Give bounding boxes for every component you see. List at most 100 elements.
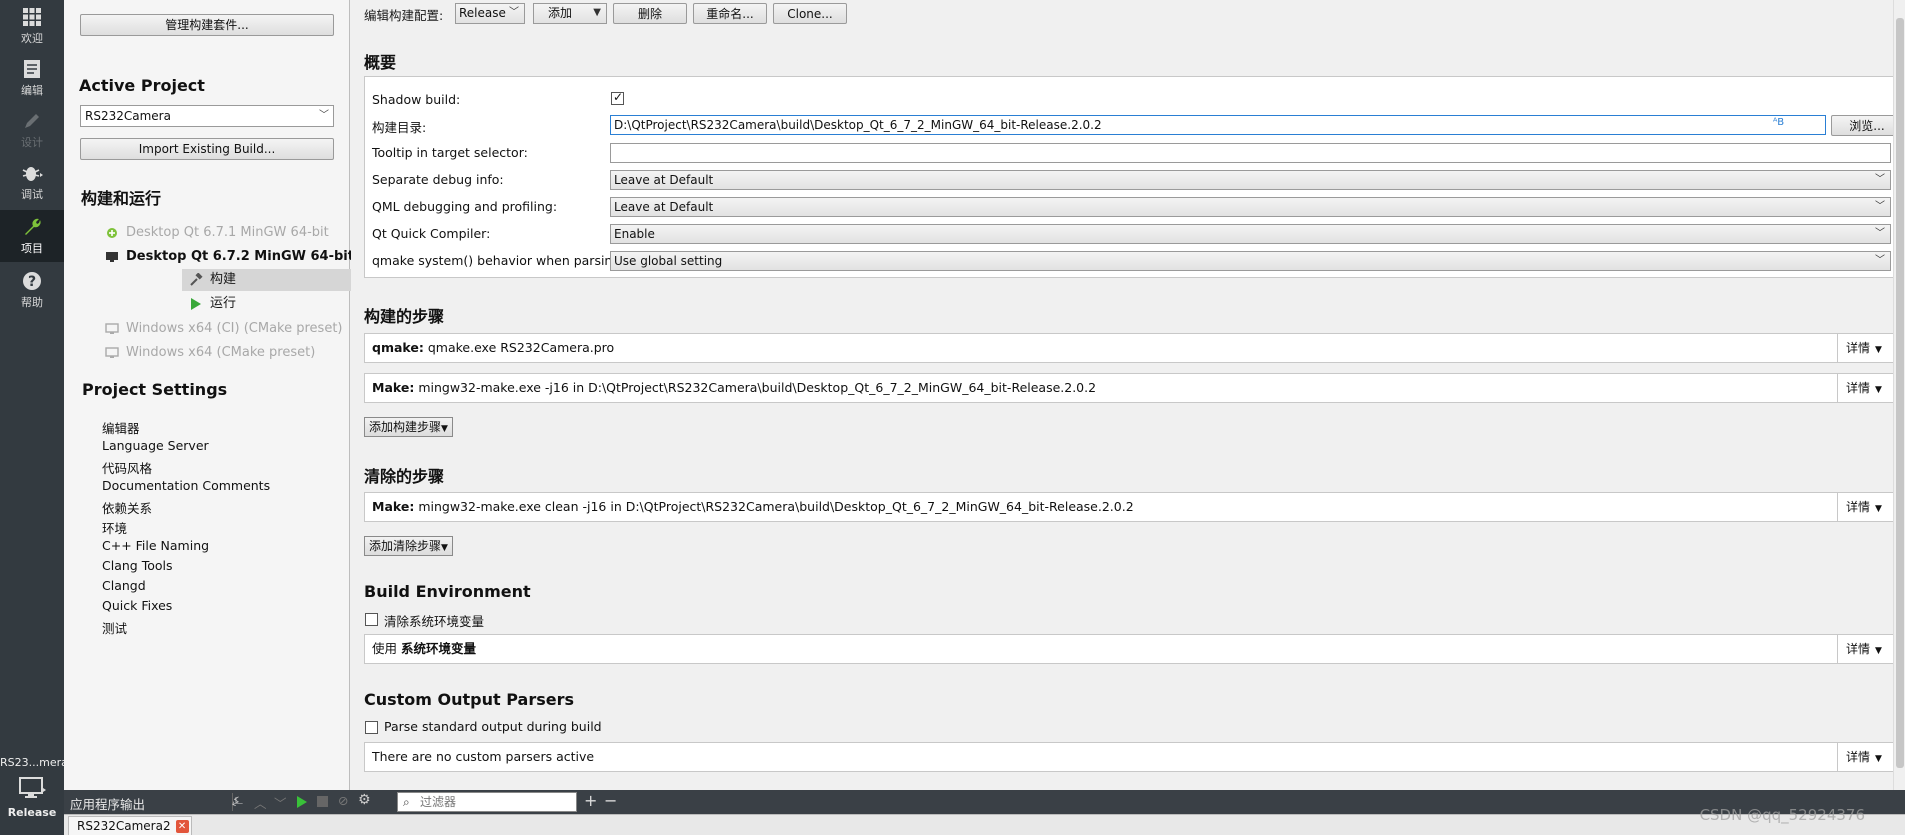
mode-design[interactable]: 设计 [0, 104, 64, 156]
kit-item-qt672[interactable]: Desktop Qt 6.7.2 MinGW 64-bit [104, 246, 354, 268]
gear-icon[interactable]: ⚙ [358, 792, 371, 808]
add-config-button[interactable]: 添加 ▼ [533, 3, 607, 24]
add-clean-step-button[interactable]: 添加清除步骤▼ [364, 536, 453, 556]
active-project-value: RS232Camera [85, 109, 171, 123]
kit-label: Windows x64 (CMake preset) [126, 345, 316, 360]
overview-title: 概要 [364, 53, 397, 72]
chevron-down-icon: ﹀ [1875, 228, 1885, 239]
details-button[interactable]: 详情 [1837, 374, 1893, 402]
pencil-icon [22, 111, 42, 131]
edit-config-label: 编辑构建配置: [364, 8, 444, 23]
monitor-icon [18, 776, 46, 804]
build-settings-page: 编辑构建配置: Release ﹀ 添加 ▼ 删除 重命名... Clone..… [351, 0, 1905, 790]
details-button[interactable]: 详情 [1837, 743, 1893, 771]
kit-label: Desktop Qt 6.7.2 MinGW 64-bit [126, 249, 354, 264]
attach-icon[interactable]: ⍼ [232, 793, 243, 809]
mode-label: 设计 [21, 135, 43, 149]
clear-icon[interactable]: ⊘ [338, 793, 348, 808]
tooltip-input[interactable] [610, 143, 1891, 163]
mode-help[interactable]: ? 帮助 [0, 264, 64, 316]
details-button[interactable]: 详情 [1837, 635, 1893, 663]
project-settings-item[interactable]: 环境 [102, 518, 127, 537]
project-settings-item[interactable]: C++ File Naming [102, 538, 209, 553]
kit-selector[interactable]: Release [0, 776, 64, 828]
parse-stdout-checkbox[interactable] [365, 721, 378, 734]
add-build-step-label: 添加构建步骤 [369, 420, 442, 434]
project-settings-item[interactable]: Documentation Comments [102, 478, 270, 493]
details-button[interactable]: 详情 [1837, 334, 1893, 362]
project-settings-item[interactable]: 代码风格 [102, 458, 152, 477]
monitor-icon [104, 323, 120, 335]
mode-projects[interactable]: 项目 [0, 210, 64, 262]
mode-welcome[interactable]: 欢迎 [0, 0, 64, 52]
import-existing-build-button[interactable]: Import Existing Build... [80, 138, 334, 160]
prev-icon[interactable]: ︿ [254, 793, 267, 812]
kit-item-windows[interactable]: Windows x64 (CMake preset) [104, 342, 315, 364]
rename-config-button[interactable]: 重命名... [693, 3, 767, 24]
menu-arrow-icon: ▼ [441, 424, 448, 434]
output-tab-bar: RS232Camera2 ✕ [64, 814, 1905, 835]
minus-icon[interactable]: − [604, 791, 617, 810]
clone-config-button[interactable]: Clone... [773, 3, 847, 24]
chevron-down-icon: ﹀ [1875, 255, 1885, 266]
separate-debug-combo[interactable]: Leave at Default ﹀ [610, 170, 1891, 190]
delete-config-button[interactable]: 删除 [613, 3, 687, 24]
next-icon[interactable]: ﹀ [274, 793, 287, 812]
variables-icon[interactable]: ᴬB [1773, 117, 1784, 128]
system-env-row: 使用 系统环境变量 详情 [364, 634, 1894, 664]
build-config-value: Release [459, 6, 506, 20]
close-icon[interactable]: ✕ [175, 820, 189, 833]
output-tab-label: RS232Camera2 [77, 819, 171, 833]
step-name: Make: [372, 380, 415, 395]
active-project-combo[interactable]: RS232Camera ﹀ [80, 105, 334, 127]
kit-label: Windows x64 (CI) (CMake preset) [126, 321, 343, 336]
details-button[interactable]: 详情 [1837, 493, 1893, 521]
mode-bar: 欢迎 编辑 设计 调试 项目 ? 帮助 RS23...mera Release [0, 0, 64, 835]
clear-system-env-label: 清除系统环境变量 [384, 614, 485, 629]
kit-build-label: 构建 [210, 272, 237, 287]
project-settings-item[interactable]: Clang Tools [102, 558, 172, 573]
qmake-system-combo[interactable]: Use global setting ﹀ [610, 251, 1891, 271]
qmake-system-value: Use global setting [614, 254, 723, 268]
filter-input[interactable]: ⌕ 过滤器 [397, 792, 577, 812]
project-settings-heading: Project Settings [82, 380, 228, 399]
scrollbar-thumb[interactable] [1896, 18, 1904, 768]
main-scrollbar[interactable] [1893, 0, 1905, 790]
run-icon [188, 297, 204, 311]
kit-item-windows-ci[interactable]: Windows x64 (CI) (CMake preset) [104, 318, 343, 340]
build-and-run-heading: 构建和运行 [81, 189, 162, 208]
rerun-icon[interactable] [296, 795, 308, 812]
qml-debug-value: Leave at Default [614, 200, 714, 214]
build-step-qmake[interactable]: qmake: qmake.exe RS232Camera.pro 详情 [364, 333, 1894, 363]
output-pane-toolbar: 应用程序输出 ⍼ ︿ ﹀ ⊘ ⚙ ⌕ 过滤器 + − [64, 790, 1905, 814]
build-dir-input[interactable]: D:\QtProject\RS232Camera\build\Desktop_Q… [610, 115, 1826, 135]
step-command: mingw32-make.exe clean -j16 in D:\QtProj… [418, 499, 1134, 514]
parse-stdout-label: Parse standard output during build [384, 719, 602, 734]
add-icon[interactable]: + [584, 791, 597, 810]
project-settings-item[interactable]: Clangd [102, 578, 146, 593]
qt-quick-compiler-combo[interactable]: Enable ﹀ [610, 224, 1891, 244]
add-build-step-button[interactable]: 添加构建步骤▼ [364, 417, 453, 437]
project-settings-item[interactable]: Language Server [102, 438, 209, 453]
qml-debug-combo[interactable]: Leave at Default ﹀ [610, 197, 1891, 217]
clear-system-env-checkbox[interactable] [365, 613, 378, 626]
build-step-make[interactable]: Make: mingw32-make.exe -j16 in D:\QtProj… [364, 373, 1894, 403]
build-config-combo[interactable]: Release ﹀ [455, 3, 525, 24]
monitor-icon [104, 251, 120, 263]
kit-item-qt671[interactable]: Desktop Qt 6.7.1 MinGW 64-bit [104, 222, 329, 244]
add-clean-step-label: 添加清除步骤 [369, 539, 442, 553]
shadow-build-checkbox[interactable] [611, 90, 624, 105]
mode-debug[interactable]: 调试 [0, 156, 64, 208]
mode-edit[interactable]: 编辑 [0, 52, 64, 104]
filter-placeholder: 过滤器 [420, 795, 457, 809]
qt-creator-window: 欢迎 编辑 设计 调试 项目 ? 帮助 RS23...mera Release … [0, 0, 1905, 835]
stop-icon[interactable] [317, 796, 328, 807]
output-tab[interactable]: RS232Camera2 ✕ [68, 816, 192, 835]
kit-selector-name[interactable]: RS23...mera [0, 756, 64, 769]
project-settings-item[interactable]: Quick Fixes [102, 598, 172, 613]
manage-kits-button[interactable]: 管理构建套件... [80, 14, 334, 36]
project-settings-item[interactable]: 编辑器 [102, 418, 140, 437]
clean-step-make[interactable]: Make: mingw32-make.exe clean -j16 in D:\… [364, 492, 1894, 522]
project-settings-item[interactable]: 依赖关系 [102, 498, 152, 517]
project-settings-item[interactable]: 测试 [102, 618, 127, 637]
